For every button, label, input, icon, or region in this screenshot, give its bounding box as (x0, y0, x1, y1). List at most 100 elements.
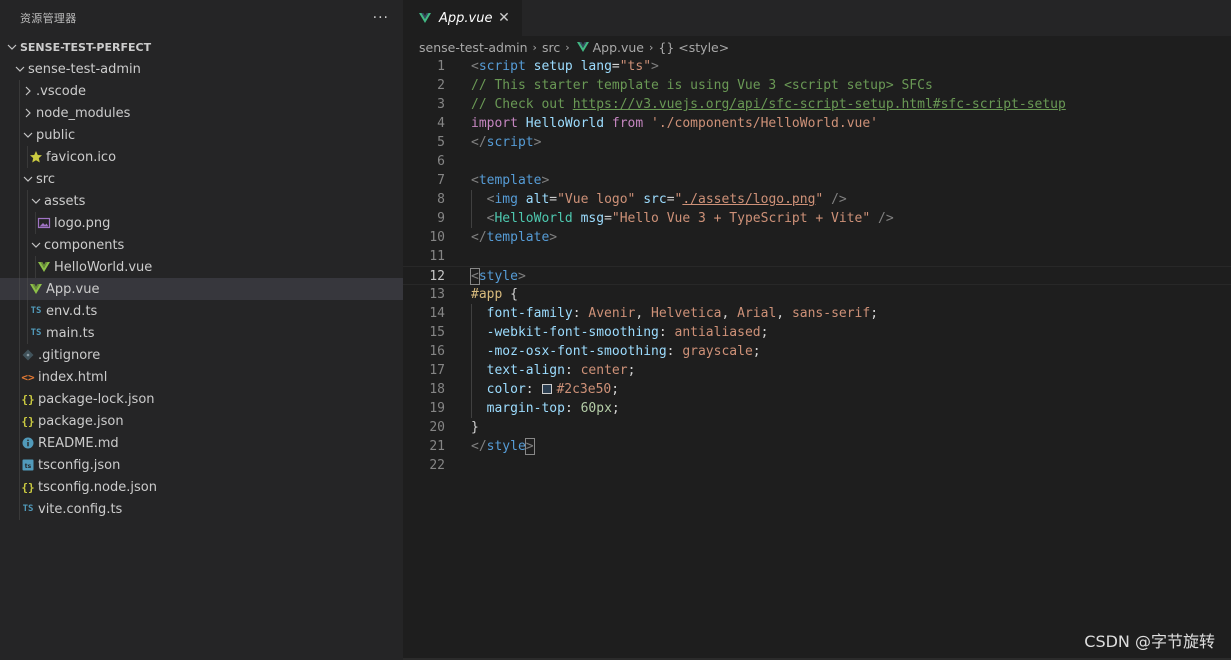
indent-guide (27, 256, 28, 278)
vue-icon (28, 281, 44, 297)
tab-app-vue[interactable]: App.vue ✕ (403, 0, 522, 36)
code-line-current[interactable]: 12 <style> (403, 266, 1231, 285)
folder-public[interactable]: public (0, 124, 403, 146)
indent-guide (19, 234, 20, 256)
ts-icon: TS (30, 328, 42, 338)
indent-guide (19, 102, 20, 124)
file-tsconfig-node-json[interactable]: {} tsconfig.node.json (0, 476, 403, 498)
code-line[interactable]: 21 </style> (403, 437, 1231, 456)
breadcrumb-separator: › (565, 40, 570, 54)
line-number: 6 (437, 154, 445, 169)
line-number: 14 (429, 306, 445, 321)
code-line[interactable]: 14 font-family: Avenir, Helvetica, Arial… (403, 304, 1231, 323)
line-number: 2 (437, 78, 445, 93)
code-line[interactable]: 17 text-align: center; (403, 361, 1231, 380)
file-main-ts[interactable]: TS main.ts (0, 322, 403, 344)
breadcrumb-separator: › (532, 40, 537, 54)
tsconfig-icon: ts (20, 457, 36, 473)
line-number: 21 (429, 439, 445, 454)
tree-item-label: public (36, 127, 76, 143)
code-line[interactable]: 16 -moz-osx-font-smoothing: grayscale; (403, 342, 1231, 361)
workspace-root[interactable]: SENSE-TEST-PERFECT (0, 36, 403, 58)
line-number: 1 (437, 59, 445, 74)
file-app-vue[interactable]: App.vue (0, 278, 403, 300)
tree-item-label: assets (44, 193, 86, 209)
indent-guide (19, 410, 20, 432)
folder-vscode[interactable]: .vscode (0, 80, 403, 102)
file-readme-md[interactable]: README.md (0, 432, 403, 454)
indent-guide (19, 300, 20, 322)
file-index-html[interactable]: <> index.html (0, 366, 403, 388)
code-line[interactable]: 2// This starter template is using Vue 3… (403, 76, 1231, 95)
file-package-lock-json[interactable]: {} package-lock.json (0, 388, 403, 410)
star-icon (28, 149, 44, 165)
breadcrumb-folder-src[interactable]: src (542, 40, 560, 55)
tree-item-label: App.vue (46, 281, 100, 297)
folder-components[interactable]: components (0, 234, 403, 256)
code-line[interactable]: 9 <HelloWorld msg="Hello Vue 3 + TypeScr… (403, 209, 1231, 228)
code-line[interactable]: 18 color: #2c3e50; (403, 380, 1231, 399)
code-editor[interactable]: 1 <script setup lang="ts"> 2// This start… (403, 57, 1231, 475)
indent-guide (19, 256, 20, 278)
line-number: 16 (429, 344, 445, 359)
folder-node-modules[interactable]: node_modules (0, 102, 403, 124)
file-helloworld-vue[interactable]: HelloWorld.vue (0, 256, 403, 278)
code-line[interactable]: 11 (403, 247, 1231, 266)
tree-item-label: .vscode (36, 83, 86, 99)
code-line[interactable]: 20} (403, 418, 1231, 437)
code-line[interactable]: 4 import HelloWorld from './components/He… (403, 114, 1231, 133)
code-line[interactable]: 5 </script> (403, 133, 1231, 152)
code-line[interactable]: 22 (403, 456, 1231, 475)
file-vite-config-ts[interactable]: TS vite.config.ts (0, 498, 403, 520)
code-line[interactable]: 7 <template> (403, 171, 1231, 190)
watermark: CSDN @字节旋转 (1084, 632, 1215, 651)
indent-guide (27, 212, 28, 234)
indent-guide (27, 278, 28, 300)
chevron-down-icon (20, 171, 36, 187)
tree-item-label: sense-test-admin (28, 61, 141, 77)
code-link[interactable]: https://v3.vuejs.org/api/sfc-script-setu… (573, 97, 1066, 112)
code-line[interactable]: 1 <script setup lang="ts"> (403, 57, 1231, 76)
code-line[interactable]: 8 <img alt="Vue logo" src="./assets/logo… (403, 190, 1231, 209)
breadcrumb-folder-root[interactable]: sense-test-admin (419, 40, 528, 55)
color-swatch[interactable] (542, 384, 553, 394)
file-gitignore[interactable]: .gitignore (0, 344, 403, 366)
more-actions-icon[interactable]: ··· (373, 10, 389, 26)
code-line[interactable]: 10 </template> (403, 228, 1231, 247)
folder-assets[interactable]: assets (0, 190, 403, 212)
file-favicon-ico[interactable]: favicon.ico (0, 146, 403, 168)
folder-src[interactable]: src (0, 168, 403, 190)
code-line[interactable]: 15 -webkit-font-smoothing: antialiased; (403, 323, 1231, 342)
vue-icon (36, 259, 52, 275)
code-line[interactable]: 19 margin-top: 60px; (403, 399, 1231, 418)
indent-guide (19, 454, 20, 476)
code-line[interactable]: 13 #app { (403, 285, 1231, 304)
indent-guide (19, 80, 20, 102)
tree-item-label: components (44, 237, 125, 253)
breadcrumb-file[interactable]: App.vue (575, 39, 644, 55)
line-number: 8 (437, 192, 445, 207)
file-package-json[interactable]: {} package.json (0, 410, 403, 432)
line-number: 3 (437, 97, 445, 112)
svg-text:ts: ts (25, 463, 32, 470)
editor-area: App.vue ✕ sense-test-admin › src › App.v… (403, 0, 1231, 660)
tree-item-label: vite.config.ts (38, 501, 123, 517)
tree-item-label: main.ts (46, 325, 95, 341)
code-line[interactable]: 6 (403, 152, 1231, 171)
line-number: 13 (429, 287, 445, 302)
tab-label: App.vue (439, 10, 493, 26)
file-tsconfig-json[interactable]: ts tsconfig.json (0, 454, 403, 476)
tree-item-label: README.md (38, 435, 119, 451)
code-line[interactable]: 3// Check out https://v3.vuejs.org/api/s… (403, 95, 1231, 114)
folder-sense-test-admin[interactable]: sense-test-admin (0, 58, 403, 80)
file-logo-png[interactable]: logo.png (0, 212, 403, 234)
line-number: 18 (429, 382, 445, 397)
indent-guide (19, 146, 20, 168)
line-number: 10 (429, 230, 445, 245)
explorer-title: 资源管理器 (20, 12, 77, 25)
close-icon[interactable]: ✕ (496, 10, 512, 26)
indent-guide (27, 322, 28, 344)
file-env-d-ts[interactable]: TS env.d.ts (0, 300, 403, 322)
breadcrumb-symbol[interactable]: {} <style> (658, 40, 729, 55)
ts-icon: TS (30, 306, 42, 316)
